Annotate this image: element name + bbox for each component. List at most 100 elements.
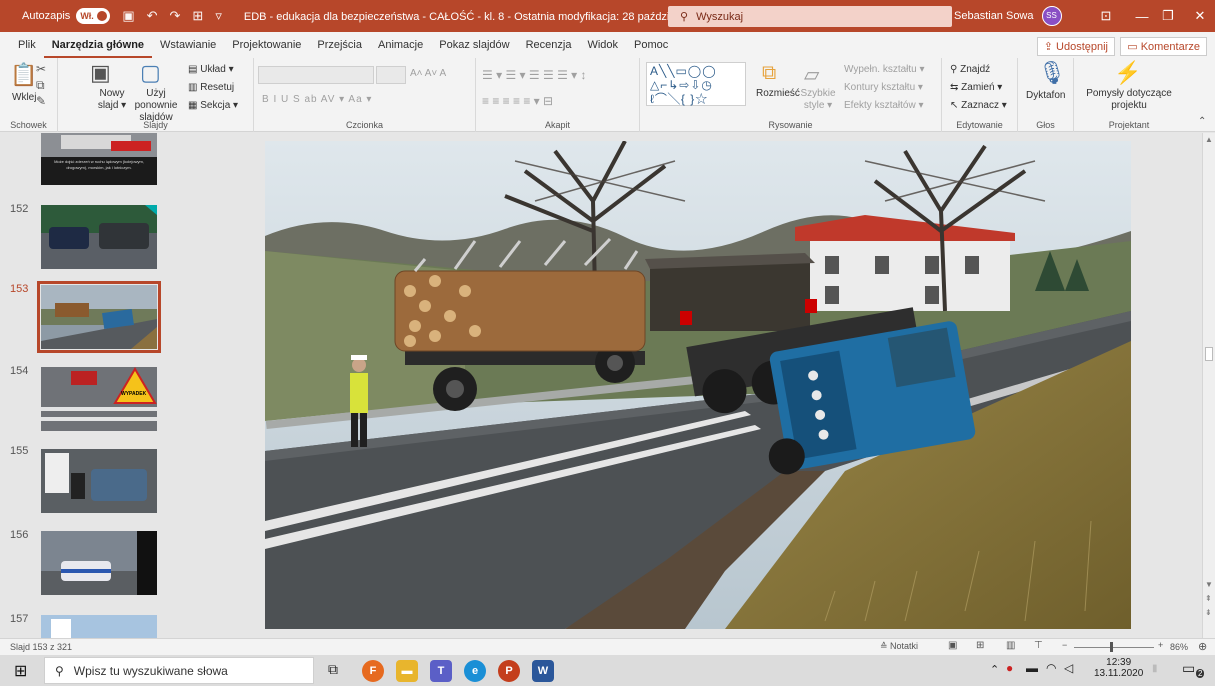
quick-styles-button[interactable]: Szybkie style ▾ [798, 88, 838, 112]
reuse-slides-button[interactable]: Użyj ponownie slajdów [128, 88, 184, 124]
zoom-level[interactable]: 86% [1170, 642, 1188, 652]
zoom-out-icon[interactable]: − [1062, 640, 1067, 650]
grow-shrink-font[interactable]: A˄ A˅ A [410, 68, 446, 79]
design-ideas-icon[interactable]: ⚡ [1114, 60, 1141, 86]
paste-label[interactable]: Wklej [12, 92, 36, 103]
tab-help[interactable]: Pomoc [626, 32, 676, 58]
slide-sorter-icon[interactable]: ⊞ [976, 640, 984, 651]
zoom-in-icon[interactable]: + [1158, 640, 1163, 650]
powerpoint-icon[interactable]: P [498, 660, 520, 682]
zoom-slider-thumb[interactable] [1110, 642, 1113, 652]
next-slide-icon[interactable]: ⇟ [1205, 608, 1212, 617]
slide-thumbnail[interactable] [41, 615, 157, 638]
tab-slideshow[interactable]: Pokaz slajdów [431, 32, 517, 58]
document-title[interactable]: EDB - edukacja dla bezpieczeństwa - CAŁO… [244, 10, 708, 23]
tray-chevron-icon[interactable]: ⌃ [990, 663, 999, 676]
slide-thumbnail[interactable]: Może dojść zderzeń w ruchu lądowym (kole… [41, 133, 157, 185]
tab-view[interactable]: Widok [579, 32, 626, 58]
tab-transitions[interactable]: Przejścia [309, 32, 370, 58]
network-icon[interactable]: ◠ [1046, 661, 1056, 675]
previous-slide-icon[interactable]: ⇞ [1205, 594, 1212, 603]
arrange-button[interactable]: Rozmieść [756, 88, 800, 99]
list-buttons[interactable]: ☰ ▾ ☰ ▾ ☰ ☰ ☰ ▾ ↕ [482, 68, 587, 82]
comments-button[interactable]: ▭ Komentarze [1120, 37, 1207, 56]
windows-start-icon[interactable]: ⊞ [14, 661, 27, 681]
shape-fill-button[interactable]: Wypełn. kształtu ▾ [844, 64, 925, 75]
firefox-icon[interactable]: F [362, 660, 384, 682]
notes-button[interactable]: ≙ Notatki [880, 641, 918, 652]
autosave[interactable]: Autozapis Wł. [22, 8, 111, 24]
replace-button[interactable]: ⇆ Zamień ▾ [950, 82, 1002, 93]
clock[interactable]: 12:39 13.11.2020 [1094, 657, 1143, 679]
file-explorer-icon[interactable]: ▬ [396, 660, 418, 682]
slide-thumbnails-pane[interactable]: Może dojść zderzeń w ruchu lądowym (kole… [0, 133, 190, 638]
reset-button[interactable]: ▥ Resetuj [188, 82, 234, 93]
section-button[interactable]: ▦ Sekcja ▾ [188, 100, 238, 111]
slide-thumbnail-selected[interactable] [37, 281, 161, 353]
tab-review[interactable]: Recenzja [518, 32, 580, 58]
tab-animations[interactable]: Animacje [370, 32, 431, 58]
arrange-icon[interactable]: ⧉ [762, 62, 776, 85]
new-slide-icon[interactable]: ▣ [90, 60, 111, 86]
new-slide-button[interactable]: Nowy slajd ▾ [92, 88, 132, 112]
user-account[interactable]: Sebastian Sowa SS [954, 0, 1062, 32]
reading-view-icon[interactable]: ▥ [1006, 640, 1015, 651]
slide-canvas[interactable] [265, 141, 1131, 629]
tab-design[interactable]: Projektowanie [224, 32, 309, 58]
save-icon[interactable]: ▣ [122, 8, 134, 24]
autosave-toggle[interactable]: Wł. [76, 8, 111, 24]
scroll-down-icon[interactable]: ▼ [1205, 580, 1213, 589]
reuse-slides-icon[interactable]: ▢ [140, 60, 161, 86]
slide-thumbnail[interactable]: WYPADEK [41, 367, 157, 431]
customize-qat-icon[interactable]: ▿ [215, 8, 222, 24]
notifications-icon[interactable]: ▭ [1182, 660, 1195, 677]
tab-insert[interactable]: Wstawianie [152, 32, 224, 58]
font-size-combo[interactable] [376, 66, 406, 84]
tab-plik[interactable]: Plik [10, 32, 44, 58]
close-icon[interactable]: ✕ [1182, 0, 1215, 32]
select-button[interactable]: ↖ Zaznacz ▾ [950, 100, 1007, 111]
task-view-icon[interactable]: ⧉ [328, 661, 338, 678]
scroll-up-icon[interactable]: ▲ [1205, 135, 1213, 144]
teams-icon[interactable]: T [430, 660, 452, 682]
align-buttons[interactable]: ≡ ≡ ≡ ≡ ≡ ▾ ⊟ [482, 94, 553, 108]
dictate-button[interactable]: Dyktafon [1026, 90, 1065, 101]
edge-icon[interactable]: e [464, 660, 486, 682]
share-button[interactable]: ⇪ Udostępnij [1036, 37, 1115, 56]
shape-outline-button[interactable]: Kontury kształtu ▾ [844, 82, 923, 93]
layout-button[interactable]: ▤ Układ ▾ [188, 64, 234, 75]
show-desktop-icon[interactable]: ▮ [1152, 663, 1158, 674]
find-button[interactable]: ⚲ Znajdź [950, 64, 990, 75]
slide-thumbnail[interactable] [41, 449, 157, 513]
copy-icon[interactable]: ⧉ [36, 78, 45, 93]
format-painter-icon[interactable]: ✎ [36, 94, 46, 108]
vertical-scrollbar[interactable]: ▲ ▼ ⇞ ⇟ [1202, 133, 1215, 638]
font-name-combo[interactable] [258, 66, 374, 84]
zoom-slider[interactable] [1074, 647, 1154, 648]
cut-icon[interactable]: ✂ [36, 62, 46, 76]
tab-home[interactable]: Narzędzia główne [43, 32, 153, 58]
slide-editor[interactable] [190, 133, 1202, 638]
collapse-ribbon-icon[interactable]: ⌃ [1198, 116, 1206, 127]
ribbon-display-icon[interactable]: ⊡ [1088, 0, 1124, 32]
paste-icon[interactable]: 📋 [10, 62, 37, 88]
taskbar-search[interactable]: ⚲ Wpisz tu wyszukiwane słowa [44, 657, 314, 684]
undo-icon[interactable]: ↶ [147, 8, 158, 24]
slideshow-icon[interactable]: ⊤ [1034, 640, 1043, 651]
battery-icon[interactable]: ▬ [1026, 661, 1038, 675]
slide-thumbnail[interactable] [41, 531, 157, 595]
normal-view-icon[interactable]: ▣ [948, 640, 957, 651]
restore-icon[interactable]: ❐ [1150, 0, 1186, 32]
slide-thumbnail[interactable] [41, 205, 157, 269]
microphone-icon[interactable]: 🎙 [1038, 60, 1066, 86]
search-box[interactable]: ⚲ Wyszukaj [668, 6, 952, 27]
scrollbar-thumb[interactable] [1205, 347, 1213, 361]
avatar[interactable]: SS [1041, 6, 1062, 26]
tray-app-icon[interactable]: ● [1006, 661, 1013, 675]
design-ideas-button[interactable]: Pomysły dotyczące projektu [1078, 88, 1180, 112]
quick-styles-icon[interactable]: ▱ [804, 62, 819, 87]
word-icon[interactable]: W [532, 660, 554, 682]
font-format-buttons[interactable]: B I U S ab AV ▾ Aa ▾ [262, 94, 372, 105]
start-from-beginning-icon[interactable]: ⊞ [192, 8, 203, 24]
redo-icon[interactable]: ↷ [170, 8, 181, 24]
